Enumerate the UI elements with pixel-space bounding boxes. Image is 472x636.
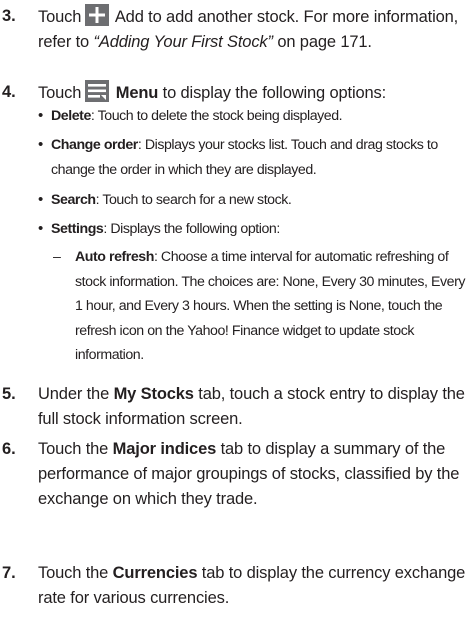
option-description: : Touch to search for a new stock.: [95, 192, 292, 208]
option-description: : Displays the following option:: [103, 221, 280, 237]
option-term: Change order: [51, 137, 138, 153]
step-text-part: Touch: [38, 8, 82, 26]
add-icon: [85, 4, 110, 26]
dash-marker: –: [53, 249, 61, 265]
manual-page: 3. Touch Add to add another stock. For m…: [0, 0, 472, 636]
cross-reference-link[interactable]: “Adding Your First Stock”: [94, 33, 274, 51]
step-text-part: Touch the: [38, 564, 109, 582]
option-description: : Choose a time interval for automatic r…: [75, 249, 465, 363]
option-term: Search: [51, 192, 96, 208]
step-number: 5.: [2, 385, 16, 403]
option-term: Auto refresh: [75, 249, 154, 265]
step-text: Touch the Currencies tab to display the …: [38, 561, 468, 611]
option-term: Delete: [51, 108, 91, 124]
step-text: Touch Add to add another stock. For more…: [38, 4, 468, 55]
bullet-marker: •: [38, 220, 44, 237]
option-term: Settings: [51, 221, 104, 237]
step-number: 3.: [2, 7, 16, 25]
step-text-part: Touch: [38, 84, 82, 102]
step-text: Touch the Major indices tab to display a…: [38, 437, 468, 512]
step-text: Under the My Stocks tab, touch a stock e…: [38, 382, 468, 432]
menu-icon: [85, 80, 110, 102]
step-text: Touch Menu to display the following opti…: [38, 80, 468, 106]
bullet-marker: •: [38, 107, 44, 124]
step-number: 7.: [2, 564, 16, 582]
tab-name: Major indices: [112, 440, 217, 458]
bullet-marker: •: [38, 136, 44, 153]
tab-name: Currencies: [112, 564, 198, 582]
step-text-part: Under the: [38, 385, 110, 403]
bullet-marker: •: [38, 191, 44, 208]
option-description: : Touch to delete the stock being displa…: [90, 108, 343, 124]
step-text-part: on page 171.: [277, 33, 372, 51]
tab-name: My Stocks: [113, 385, 194, 403]
step-number: 6.: [2, 440, 16, 458]
menu-label: Menu: [115, 84, 159, 102]
step-text-part: Touch the: [38, 440, 109, 458]
step-number: 4.: [2, 83, 16, 101]
step-text-part: to display the following options:: [162, 84, 387, 102]
